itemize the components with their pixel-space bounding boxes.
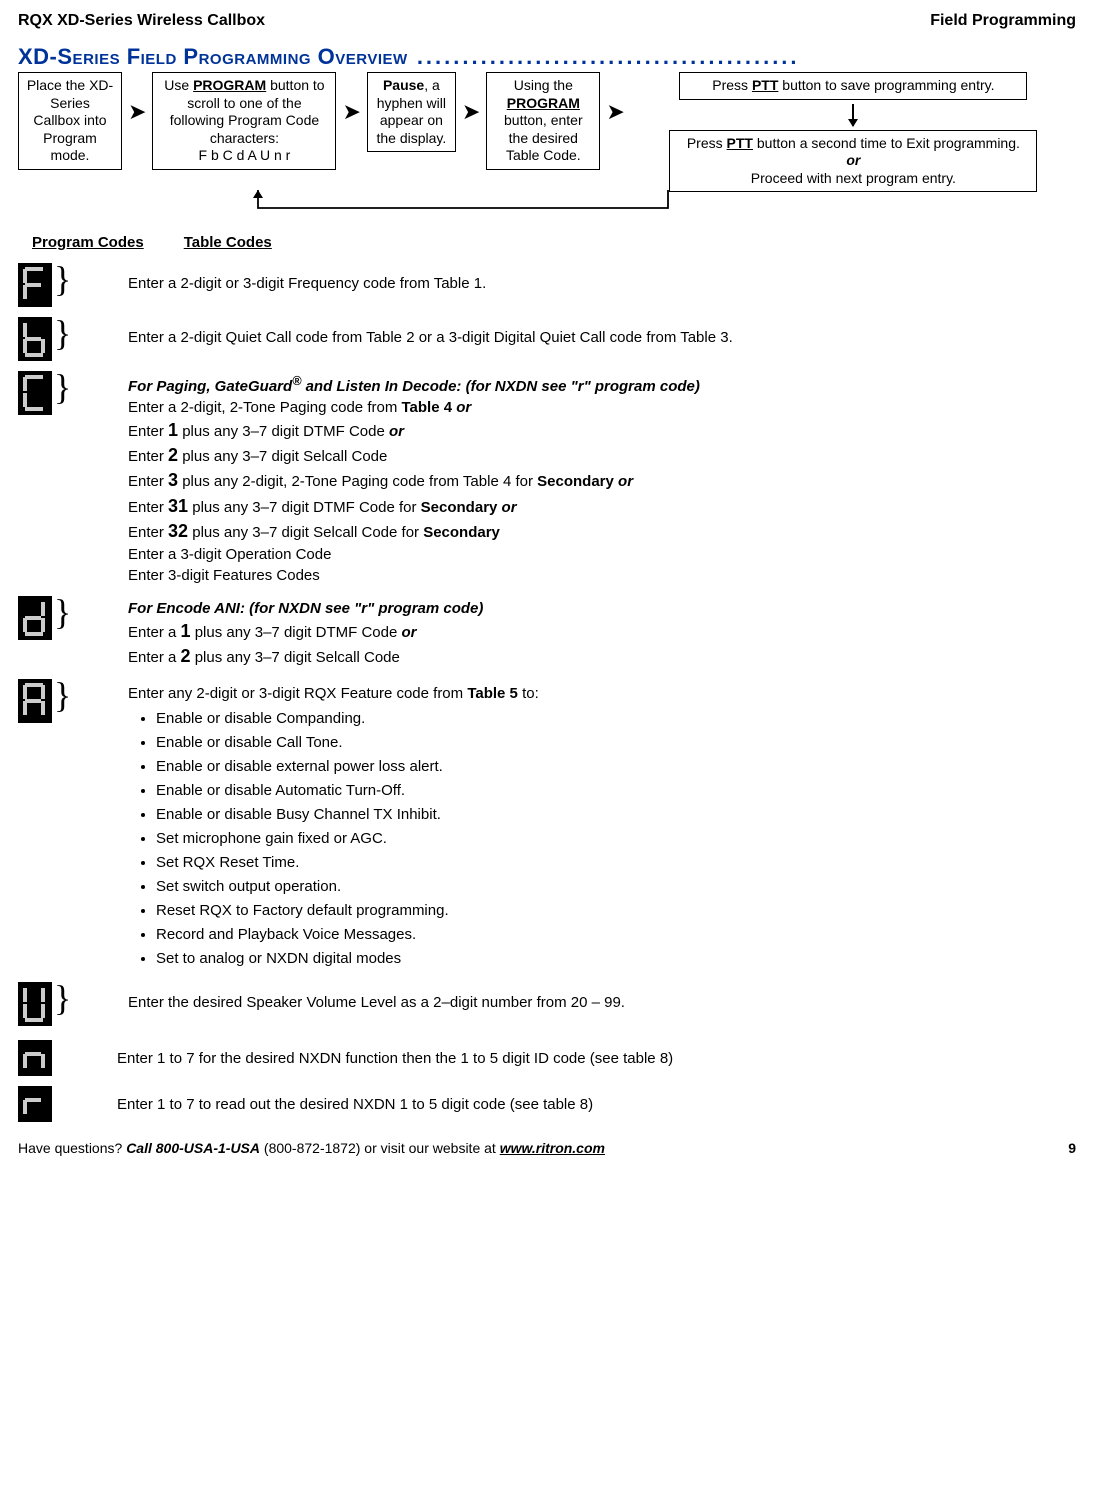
down-arrow-icon — [852, 104, 854, 126]
flow-box-4: Using the PROGRAM button, enter the desi… — [486, 72, 600, 170]
row-b-desc: Enter a 2-digit Quiet Call code from Tab… — [78, 317, 733, 348]
list-item: Set switch output operation. — [156, 876, 539, 897]
brace-icon: } — [54, 265, 74, 294]
flow-box-2: Use PROGRAM button to scroll to one of t… — [152, 72, 336, 170]
header-right: Field Programming — [930, 12, 1076, 30]
row-n-desc: Enter 1 to 7 for the desired NXDN functi… — [52, 1040, 673, 1069]
section-title: XD-Series Field Programming Overview ...… — [18, 44, 1076, 70]
seg-f-icon — [18, 263, 52, 307]
list-item: Enable or disable external power loss al… — [156, 756, 539, 777]
flow-box-5: Press PTT button to save programming ent… — [679, 72, 1027, 100]
feedback-arrow — [248, 190, 1078, 226]
seg-c-icon — [18, 371, 52, 415]
seg-n-icon — [18, 1040, 52, 1076]
list-item: Set microphone gain fixed or AGC. — [156, 828, 539, 849]
seg-d-icon — [18, 596, 52, 640]
arrow-icon: ➤ — [342, 101, 360, 123]
row-d-desc: For Encode ANI: (for NXDN see "r" progra… — [78, 596, 483, 669]
arrow-icon: ➤ — [462, 101, 480, 123]
list-item: Reset RQX to Factory default programming… — [156, 900, 539, 921]
flowchart: Place the XD-Series Callbox into Program… — [18, 72, 1076, 192]
seg-r-icon — [18, 1086, 52, 1122]
list-item: Set RQX Reset Time. — [156, 852, 539, 873]
seg-a-icon — [18, 679, 52, 723]
row-a-desc: Enter any 2-digit or 3-digit RQX Feature… — [78, 679, 539, 972]
flow-box-3: Pause, a hyphen will appear on the displ… — [367, 72, 456, 152]
brace-icon: } — [54, 373, 74, 402]
header-left: RQX XD-Series Wireless Callbox — [18, 12, 265, 30]
flow-box-6: Press PTT button a second time to Exit p… — [669, 130, 1037, 193]
table-headers: Program CodesTable Codes — [32, 234, 1076, 251]
list-item: Set to analog or NXDN digital modes — [156, 948, 539, 969]
brace-icon: } — [54, 598, 74, 627]
brace-icon: } — [54, 984, 74, 1013]
arrow-icon: ➤ — [606, 101, 624, 123]
list-item: Enable or disable Companding. — [156, 708, 539, 729]
brace-icon: } — [54, 319, 74, 348]
list-item: Enable or disable Automatic Turn-Off. — [156, 780, 539, 801]
page-footer: Have questions? Call 800-USA-1-USA (800-… — [18, 1140, 1076, 1156]
flow-box-1: Place the XD-Series Callbox into Program… — [18, 72, 122, 170]
list-item: Enable or disable Busy Channel TX Inhibi… — [156, 804, 539, 825]
row-r-desc: Enter 1 to 7 to read out the desired NXD… — [52, 1086, 593, 1115]
row-f-desc: Enter a 2-digit or 3-digit Frequency cod… — [78, 263, 486, 294]
seg-u-icon — [18, 982, 52, 1026]
list-item: Enable or disable Call Tone. — [156, 732, 539, 753]
row-c-desc: For Paging, GateGuard® and Listen In Dec… — [78, 371, 700, 586]
arrow-icon: ➤ — [128, 101, 146, 123]
list-item: Record and Playback Voice Messages. — [156, 924, 539, 945]
brace-icon: } — [54, 681, 74, 710]
seg-b-icon — [18, 317, 52, 361]
row-u-desc: Enter the desired Speaker Volume Level a… — [78, 982, 625, 1013]
